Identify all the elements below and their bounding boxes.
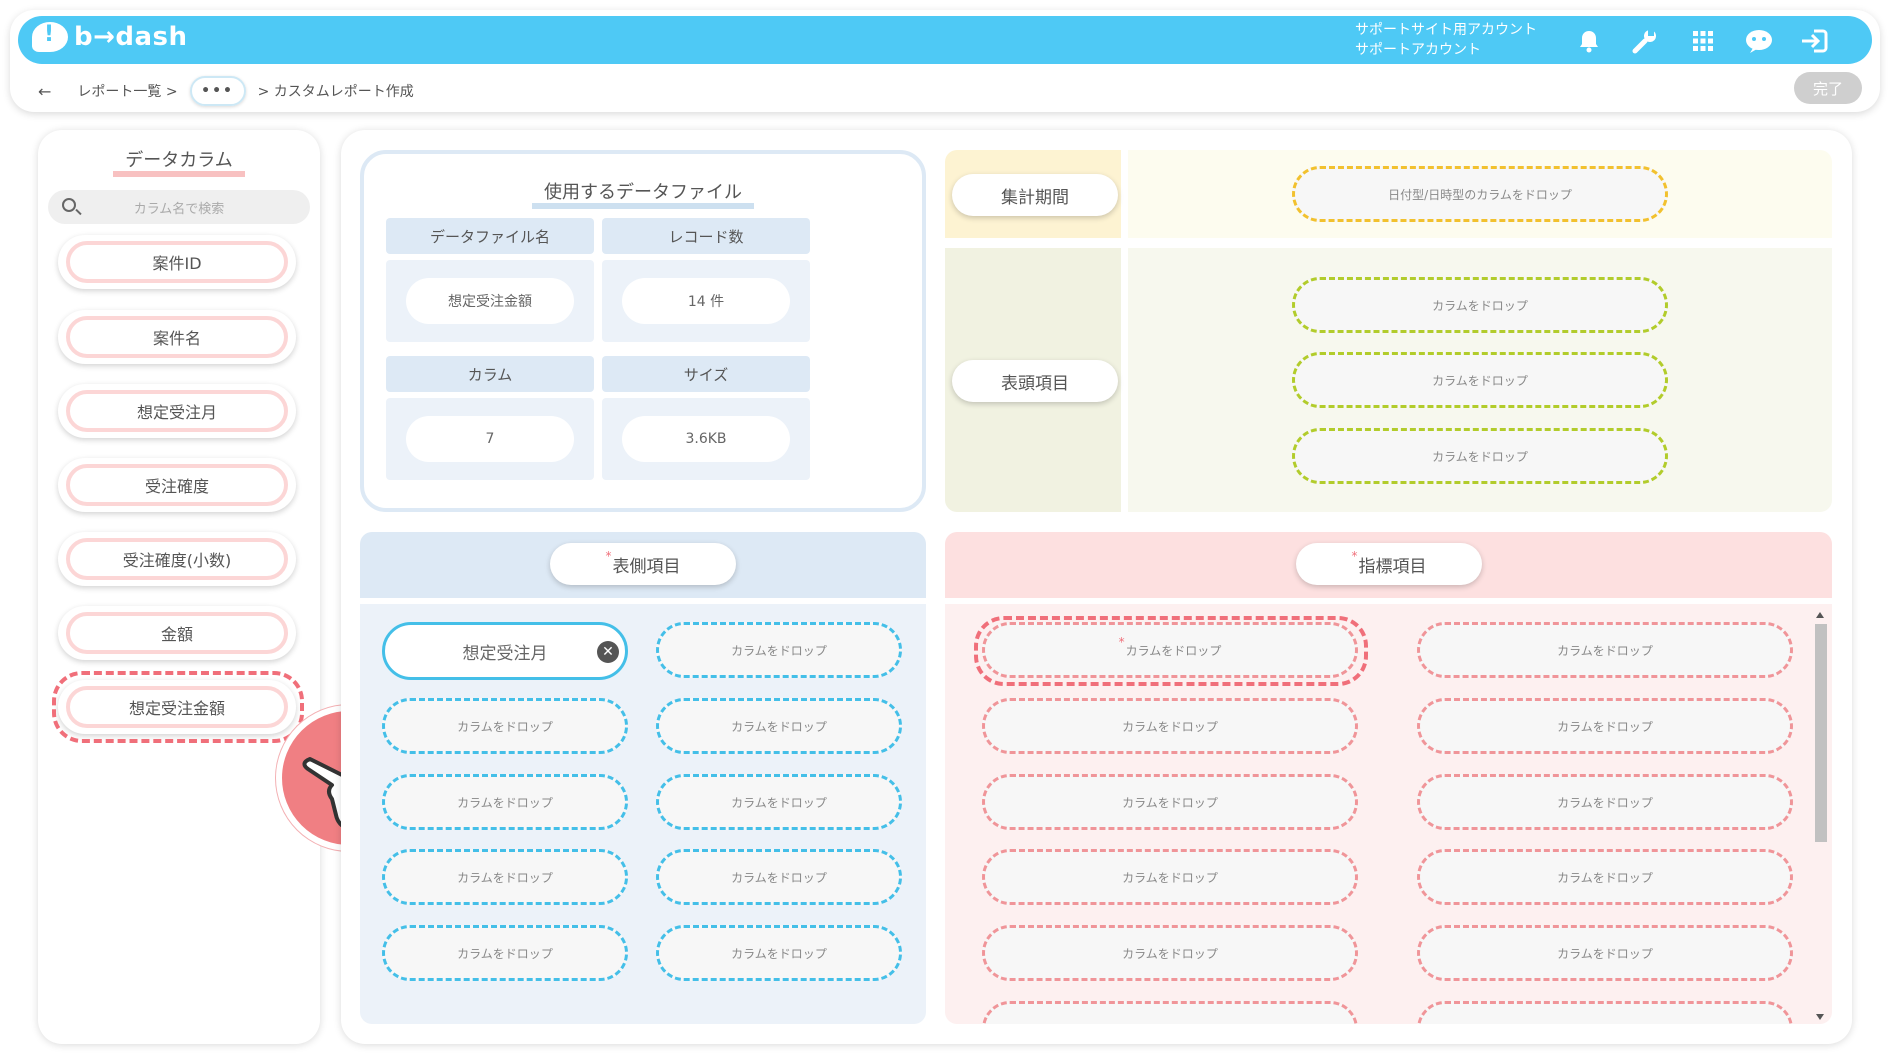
logo-text: b→dash [74,22,188,52]
metric-drop-zone[interactable]: カラムをドロップ [1417,774,1793,830]
account-line-1: サポートサイト用アカウント [1355,22,1537,38]
bell-icon[interactable] [1574,26,1604,56]
column-item[interactable]: 受注確度 [58,458,296,512]
period-drop-zone[interactable]: 日付型/日時型のカラムをドロップ [1292,166,1668,222]
file-name-cell: 想定受注金額 [386,260,594,342]
chat-bot-icon[interactable] [1744,26,1774,56]
metric-drop-zone[interactable]: カラムをドロップ [982,774,1358,830]
column-item[interactable]: 案件ID [58,235,296,289]
records-cell: 14 件 [602,260,810,342]
row-drop-zone[interactable]: カラムをドロップ [656,698,902,754]
column-item[interactable]: 金額 [58,606,296,660]
row-filled-label: 想定受注月 [462,643,548,664]
period-label: 集計期間 [952,174,1118,216]
scroll-up-icon[interactable] [1816,612,1824,618]
row-drop-zone[interactable]: カラムをドロップ [382,849,628,905]
data-file-box: 使用するデータファイル データファイル名 レコード数 想定受注金額 14 件 カ… [360,150,926,512]
columns-cell: 7 [386,398,594,480]
logout-icon[interactable] [1800,26,1830,56]
row-drop-zone[interactable]: カラムをドロップ [382,774,628,830]
columns-value: 7 [406,416,574,462]
breadcrumb-current: > カスタムレポート作成 [257,84,414,100]
scroll-thumb[interactable] [1815,624,1827,842]
search-placeholder: カラム名で検索 [133,201,225,217]
row-drop-zone[interactable]: カラムをドロップ [656,925,902,981]
header-items-label: 表頭項目 [952,360,1118,402]
done-button[interactable]: 完了 [1794,72,1862,104]
data-file-title: 使用するデータファイル [364,178,922,209]
file-name-value: 想定受注金額 [406,278,574,324]
metric-drop-zone[interactable]: カラムをドロップ [1417,1001,1793,1024]
wrench-icon[interactable] [1630,26,1660,56]
row-filled-column[interactable]: 想定受注月 ✕ [382,622,628,680]
row-drop-zone[interactable]: カラムをドロップ [382,925,628,981]
app-logo[interactable]: b→dash [32,22,188,52]
metric-drop-zone[interactable]: カラムをドロップ [1417,698,1793,754]
panel-title: データカラム [38,146,320,177]
metric-items-body: * カラムをドロップ カラムをドロップ カラムをドロップ カラムをドロップ カラム… [945,604,1832,1024]
metric-drop-zone[interactable]: カラムをドロップ [982,849,1358,905]
records-value: 14 件 [622,278,790,324]
metric-drop-zone[interactable]: カラムをドロップ [982,1001,1358,1024]
row-drop-zone[interactable]: カラムをドロップ [656,774,902,830]
breadcrumb-more-button[interactable]: ••• [189,76,246,106]
size-header: サイズ [602,356,810,392]
row-drop-zone[interactable]: カラムをドロップ [382,698,628,754]
metric-drop-zone[interactable]: カラムをドロップ [1417,925,1793,981]
file-name-header: データファイル名 [386,218,594,254]
data-column-panel: データカラム カラム名で検索 案件ID 案件名 想定受注月 受注確度 受注確度(… [38,130,320,1044]
column-item[interactable]: 想定受注月 [58,384,296,438]
header-drop-zone[interactable]: カラムをドロップ [1292,352,1668,408]
row-drop-zone[interactable]: カラムをドロップ [656,622,902,678]
remove-icon[interactable]: ✕ [597,641,619,663]
column-item-selected[interactable]: 想定受注金額 [58,680,296,734]
header-drop-zone[interactable]: カラムをドロップ [1292,428,1668,484]
header-drop-zone[interactable]: カラムをドロップ [1292,277,1668,333]
metric-items-label: * 指標項目 [1296,543,1482,585]
account-line-2: サポートアカウント [1355,42,1481,58]
back-arrow-icon[interactable]: ← [38,82,51,101]
required-mark: * [1351,549,1358,563]
metric-scrollbar[interactable] [1812,608,1830,1024]
required-mark: * [605,549,612,563]
metric-drop-zone[interactable]: カラムをドロップ [1417,849,1793,905]
column-item[interactable]: 案件名 [58,310,296,364]
scroll-down-icon[interactable] [1816,1014,1824,1020]
breadcrumb-report-list[interactable]: レポート一覧 > [77,81,177,101]
breadcrumb: ← レポート一覧 > ••• > カスタムレポート作成 [38,76,414,106]
row-items-label: * 表側項目 [550,543,736,585]
records-header: レコード数 [602,218,810,254]
logo-mark-icon [32,22,68,52]
metric-drop-zone[interactable]: カラムをドロップ [1417,622,1793,678]
metric-drop-zone-required[interactable]: * カラムをドロップ [982,622,1358,678]
account-info[interactable]: サポートサイト用アカウント サポートアカウント [1355,20,1537,60]
columns-header: カラム [386,356,594,392]
column-item[interactable]: 受注確度(小数) [58,532,296,586]
row-drop-zone[interactable]: カラムをドロップ [656,849,902,905]
size-cell: 3.6KB [602,398,810,480]
metric-drop-zone[interactable]: カラムをドロップ [982,925,1358,981]
column-search-input[interactable]: カラム名で検索 [48,190,310,224]
size-value: 3.6KB [622,416,790,462]
grid-icon[interactable] [1688,26,1718,56]
metric-drop-zone[interactable]: カラムをドロップ [982,698,1358,754]
